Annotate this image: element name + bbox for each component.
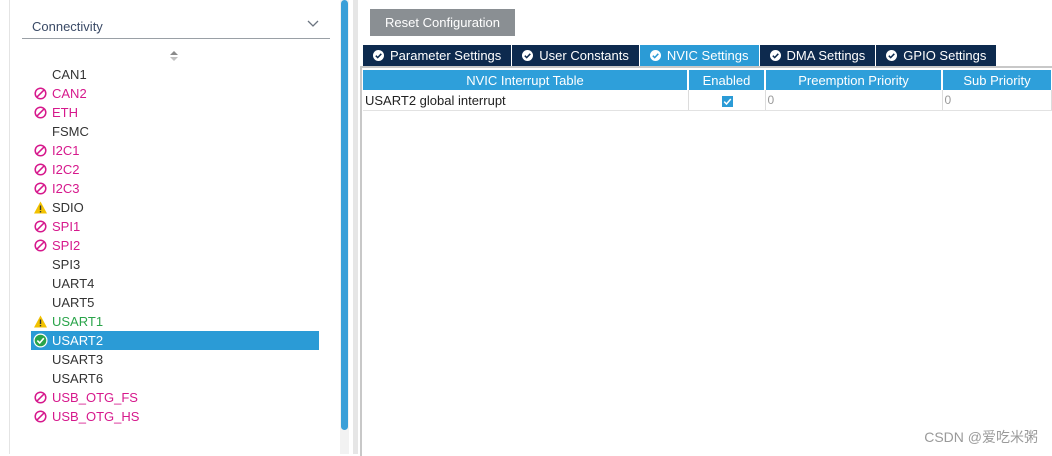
table-row[interactable]: USART2 global interrupt 0 0 — [363, 90, 1052, 111]
tab-dma-settings[interactable]: DMA Settings — [759, 45, 876, 66]
panel-splitter[interactable] — [353, 0, 358, 454]
sidebar-item-can2[interactable]: CAN2 — [31, 84, 319, 103]
sub-priority-cell[interactable]: 0 — [942, 90, 1052, 111]
sidebar-item-label: I2C3 — [52, 181, 80, 196]
tab-user-constants[interactable]: User Constants — [512, 45, 639, 66]
sidebar-item-i2c3[interactable]: I2C3 — [31, 179, 319, 198]
sidebar-item-label: USART1 — [52, 314, 104, 329]
sidebar-item-spi1[interactable]: SPI1 — [31, 217, 319, 236]
left-panel: Connectivity CAN1 CAN2 ETH FSMC I2C1 I2C2 I2C3… — [0, 0, 340, 454]
watermark: CSDN @爱吃米粥 — [924, 429, 1038, 445]
scrollbar-thumb[interactable] — [341, 0, 348, 430]
tab-label: DMA Settings — [786, 48, 866, 63]
category-label: Connectivity — [32, 19, 103, 34]
sidebar-item-label: FSMC — [52, 124, 89, 139]
sidebar-item-label: USB_OTG_FS — [52, 390, 138, 405]
sidebar-item-label: I2C2 — [52, 162, 80, 177]
sidebar-item-label: USART3 — [52, 352, 104, 367]
sidebar-item-usb_otg_hs[interactable]: USB_OTG_HS — [31, 407, 319, 426]
disabled-icon — [34, 220, 47, 233]
left-border — [9, 0, 10, 454]
disabled-icon — [34, 410, 47, 423]
check-circle-icon — [886, 50, 898, 61]
sidebar-item-label: UART4 — [52, 276, 95, 291]
disabled-icon — [34, 163, 47, 176]
col-header-interrupt[interactable]: NVIC Interrupt Table — [363, 70, 689, 90]
tab-label: NVIC Settings — [666, 48, 749, 63]
category-dropdown[interactable]: Connectivity — [22, 10, 330, 39]
sidebar-item-usart2[interactable]: USART2 — [31, 331, 319, 350]
check-circle-icon — [373, 50, 384, 61]
sidebar-item-label: CAN2 — [52, 86, 87, 101]
disabled-icon — [34, 87, 47, 100]
sort-icon[interactable] — [168, 49, 180, 63]
preemption-priority-cell[interactable]: 0 — [765, 90, 943, 111]
sidebar-item-label: USART2 — [52, 333, 104, 348]
warning-icon — [34, 315, 47, 328]
enabled-checkbox[interactable] — [722, 95, 733, 107]
sidebar-item-usart3[interactable]: USART3 — [31, 350, 319, 369]
sidebar-item-fsmc[interactable]: FSMC — [31, 122, 319, 141]
col-header-sub-priority[interactable]: Sub Priority — [942, 70, 1051, 90]
nvic-table: NVIC Interrupt Table Enabled Preemption … — [363, 70, 1052, 111]
sidebar-item-label: SPI2 — [52, 238, 81, 253]
sidebar-item-label: ETH — [52, 105, 78, 120]
sidebar-item-label: USB_OTG_HS — [52, 409, 140, 424]
disabled-icon — [34, 391, 47, 404]
disabled-icon — [34, 144, 47, 157]
sidebar-item-uart4[interactable]: UART4 — [31, 274, 319, 293]
sidebar-item-i2c1[interactable]: I2C1 — [31, 141, 319, 160]
ok-check-icon — [33, 333, 48, 348]
sidebar-item-label: CAN1 — [52, 67, 87, 82]
sidebar-item-eth[interactable]: ETH — [31, 103, 319, 122]
interrupt-name: USART2 global interrupt — [363, 90, 689, 111]
disabled-icon — [34, 182, 47, 195]
enabled-cell[interactable] — [688, 90, 766, 111]
sidebar-item-i2c2[interactable]: I2C2 — [31, 160, 319, 179]
sidebar-item-spi2[interactable]: SPI2 — [31, 236, 319, 255]
check-icon — [723, 98, 732, 105]
settings-tabs: Parameter Settings User Constants NVIC Set… — [363, 45, 997, 66]
col-header-preemption[interactable]: Preemption Priority — [765, 70, 943, 90]
sidebar-item-label: SDIO — [52, 200, 84, 215]
tab-label: GPIO Settings — [903, 48, 987, 63]
sidebar-item-usart1[interactable]: USART1 — [31, 312, 319, 331]
warning-icon — [34, 201, 47, 214]
chevron-down-icon — [307, 20, 319, 27]
sidebar-item-label: SPI1 — [52, 219, 81, 234]
nvic-table-container: NVIC Interrupt Table Enabled Preemption … — [360, 66, 1052, 456]
tab-label: Parameter Settings — [390, 48, 502, 63]
sidebar-item-label: USART6 — [52, 371, 104, 386]
disabled-icon — [34, 239, 47, 252]
tab-gpio-settings[interactable]: GPIO Settings — [876, 45, 997, 66]
tab-parameter-settings[interactable]: Parameter Settings — [363, 45, 512, 66]
sidebar-item-label: UART5 — [52, 295, 95, 310]
sidebar-item-sdio[interactable]: SDIO — [31, 198, 319, 217]
reset-configuration-button[interactable]: Reset Configuration — [370, 9, 515, 36]
peripheral-list: CAN1 CAN2 ETH FSMC I2C1 I2C2 I2C3 SDIO SPI1 SPI2 S… — [31, 65, 319, 426]
check-circle-icon — [769, 50, 781, 61]
sidebar-item-label: I2C1 — [52, 143, 80, 158]
sidebar-item-label: SPI3 — [52, 257, 81, 272]
tab-nvic-settings[interactable]: NVIC Settings — [639, 45, 759, 66]
check-circle-icon — [649, 50, 661, 61]
sidebar-item-usart6[interactable]: USART6 — [31, 369, 319, 388]
sidebar-item-can1[interactable]: CAN1 — [31, 65, 319, 84]
col-header-enabled[interactable]: Enabled — [688, 70, 766, 90]
disabled-icon — [34, 106, 47, 119]
check-circle-icon — [522, 50, 534, 61]
sidebar-item-usb_otg_fs[interactable]: USB_OTG_FS — [31, 388, 319, 407]
sidebar-item-spi3[interactable]: SPI3 — [31, 255, 319, 274]
tab-label: User Constants — [539, 48, 629, 63]
sidebar-item-uart5[interactable]: UART5 — [31, 293, 319, 312]
